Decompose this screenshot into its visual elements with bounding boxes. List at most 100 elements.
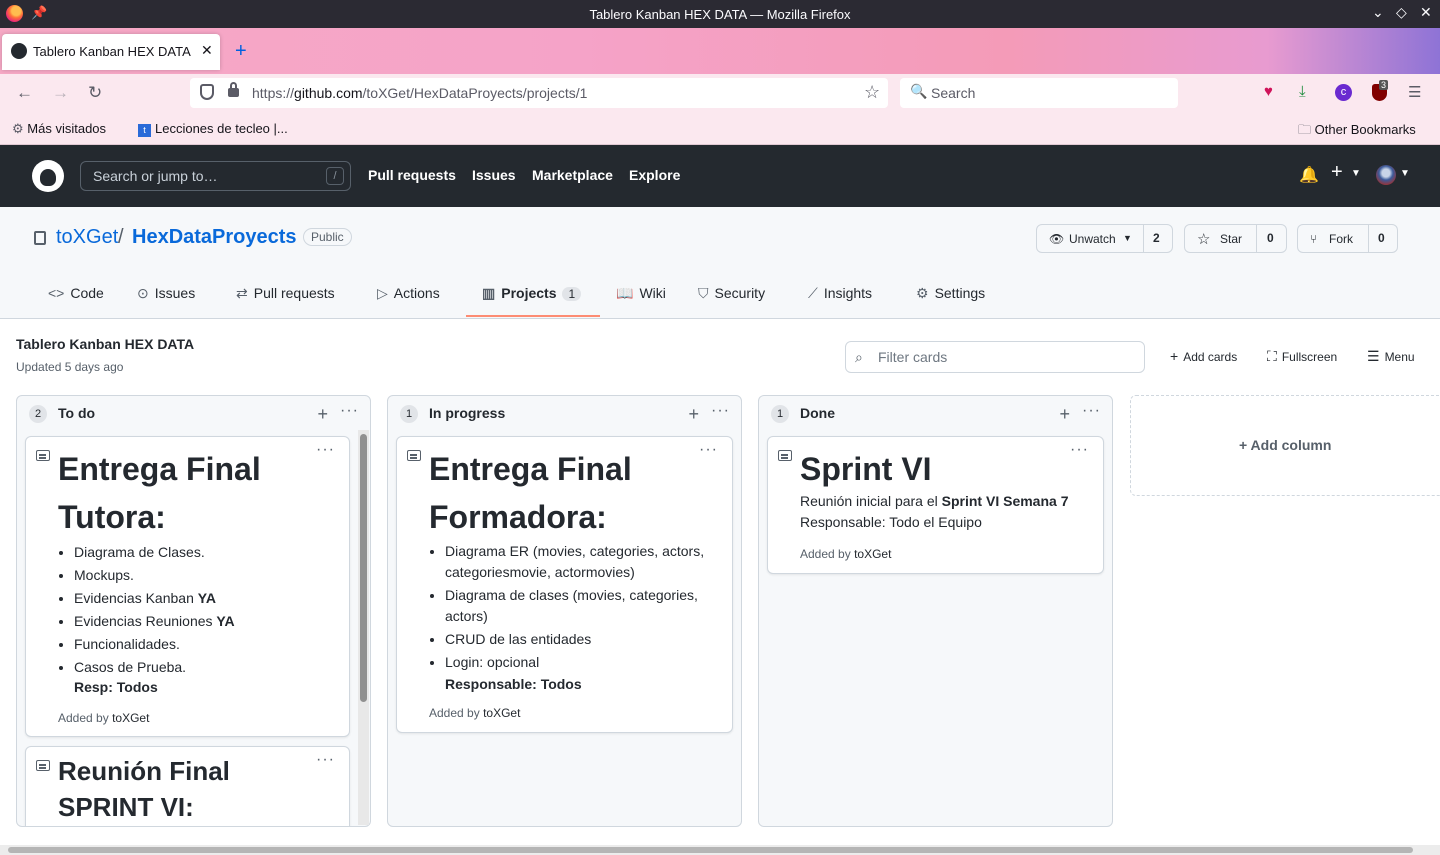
chevron-down-icon[interactable]: ▼ (1351, 168, 1361, 179)
notifications-bell-icon[interactable]: 🔔 (1299, 165, 1319, 185)
horizontal-scrollbar[interactable] (0, 845, 1440, 855)
star-count[interactable]: 0 (1267, 231, 1274, 245)
tracking-shield-icon[interactable] (200, 84, 214, 100)
add-card-icon[interactable]: + (317, 404, 328, 425)
card-menu-icon[interactable]: ··· (316, 751, 335, 769)
repo-icon (34, 231, 46, 245)
tab-actions[interactable]: ▷ Actions (377, 285, 440, 302)
nav-issues[interactable]: Issues (472, 167, 516, 183)
tab-security[interactable]: ⛉ Security (698, 285, 765, 302)
plus-icon: + (1239, 437, 1251, 453)
card-entrega-formadora[interactable]: ··· Entrega Final Formadora: Diagrama ER… (396, 436, 733, 733)
add-cards-button[interactable]: + Add cards (1170, 348, 1237, 364)
add-card-icon[interactable]: + (1059, 404, 1070, 425)
pull-request-icon: ⇄ (236, 285, 248, 301)
nav-marketplace[interactable]: Marketplace (532, 167, 613, 183)
github-search-input[interactable]: Search or jump to… / (80, 161, 351, 191)
maximize-icon[interactable]: ◇ (1396, 4, 1407, 21)
note-icon (407, 450, 421, 461)
watch-button[interactable]: 👁 Unwatch ▼ 2 (1036, 224, 1173, 253)
github-favicon-icon (11, 43, 27, 59)
bookmark-other[interactable]: 🗀 Other Bookmarks (1298, 121, 1416, 143)
fork-button[interactable]: ⑂ Fork 0 (1297, 224, 1398, 253)
bookmark-star-icon[interactable]: ☆ (864, 82, 880, 103)
author-link[interactable]: toXGet (854, 547, 891, 561)
button-separator (1368, 225, 1369, 252)
button-separator (1143, 225, 1144, 252)
url-text[interactable]: https://github.com/toXGet/HexDataProyect… (252, 85, 587, 101)
issue-icon: ⊙ (137, 285, 149, 301)
bookmark-most-visited[interactable]: ⚙ Más visitados (12, 121, 106, 137)
window-titlebar: 📌 Tablero Kanban HEX DATA — Mozilla Fire… (0, 0, 1440, 28)
fork-label: Fork (1329, 232, 1353, 246)
tab-issues[interactable]: ⊙ Issues (137, 285, 195, 302)
fullscreen-button[interactable]: ⛶ Fullscreen (1267, 348, 1337, 365)
filter-cards-input[interactable]: ⌕ Filter cards (845, 341, 1145, 373)
browser-tab[interactable]: Tablero Kanban HEX DATA ✕ (2, 34, 220, 70)
bookmark-lecciones[interactable]: t Lecciones de tecleo |... (138, 121, 288, 137)
url-bar[interactable]: https://github.com/toXGet/HexDataProyect… (190, 78, 888, 108)
close-window-icon[interactable]: ✕ (1420, 4, 1432, 21)
account-avatar-icon[interactable]: c (1335, 84, 1352, 101)
minimize-icon[interactable]: ⌄ (1372, 4, 1384, 21)
add-card-icon[interactable]: + (688, 404, 699, 425)
create-new-icon[interactable]: + (1331, 161, 1343, 184)
list-item: Login: opcional (445, 652, 715, 673)
card-menu-icon[interactable]: ··· (699, 441, 718, 459)
search-shortcut-key: / (326, 167, 344, 185)
star-button[interactable]: ☆ Star 0 (1184, 224, 1287, 253)
close-tab-icon[interactable]: ✕ (201, 42, 213, 59)
browser-search-input[interactable]: 🔍 Search (900, 78, 1178, 108)
bookmarks-toolbar: ⚙ Más visitados t Lecciones de tecleo |..… (0, 112, 1440, 145)
code-icon: <> (48, 285, 65, 301)
github-logo-icon[interactable] (32, 160, 64, 192)
author-link[interactable]: toXGet (112, 711, 149, 725)
chevron-down-icon: ▼ (1123, 233, 1132, 243)
github-header: Search or jump to… / Pull requests Issue… (0, 145, 1440, 207)
star-label: Star (1220, 232, 1243, 246)
horizontal-scrollbar-thumb[interactable] (8, 847, 1413, 853)
repo-name-link[interactable]: HexDataProyects (132, 226, 297, 249)
card-title: Entrega Final Tutora: (58, 451, 261, 535)
column-menu-icon[interactable]: ··· (340, 402, 359, 420)
tab-pull-requests[interactable]: ⇄ Pull requests (236, 285, 335, 302)
column-scrollbar-thumb[interactable] (360, 434, 367, 702)
tab-wiki[interactable]: 📖 Wiki (616, 285, 666, 302)
tab-projects[interactable]: ▥ Projects 1 (482, 285, 582, 302)
projects-counter: 1 (562, 287, 582, 301)
note-icon (36, 450, 50, 461)
add-column-button[interactable]: + Add column (1130, 395, 1440, 496)
reload-icon[interactable]: ↻ (88, 83, 102, 103)
new-tab-icon[interactable]: + (235, 40, 247, 63)
add-column-label: + Add column (1239, 437, 1332, 453)
card-entrega-tutora[interactable]: ··· Entrega Final Tutora: Diagrama de Cl… (25, 436, 350, 737)
downloads-icon[interactable]: ⤓ (1299, 83, 1306, 100)
fork-count[interactable]: 0 (1378, 231, 1385, 245)
tab-code[interactable]: <> Code (48, 285, 104, 301)
card-checklist: Diagrama ER (movies, categories, actors,… (445, 541, 715, 673)
nav-explore[interactable]: Explore (629, 167, 680, 183)
visibility-badge: Public (303, 228, 352, 246)
watch-count[interactable]: 2 (1153, 231, 1160, 245)
column-menu-icon[interactable]: ··· (1082, 402, 1101, 420)
tab-settings[interactable]: ⚙ Settings (916, 285, 985, 302)
card-reunion-final[interactable]: ··· Reunión Final SPRINT VI: (25, 746, 350, 826)
card-sprint-vi[interactable]: ··· Sprint VI Reunión inicial para el Sp… (767, 436, 1104, 574)
user-avatar[interactable] (1376, 165, 1396, 185)
hamburger-menu-icon[interactable]: ☰ (1408, 83, 1421, 101)
card-menu-icon[interactable]: ··· (1070, 441, 1089, 459)
back-icon[interactable]: ← (16, 83, 33, 103)
chevron-down-icon[interactable]: ▼ (1400, 168, 1410, 179)
column-menu-icon[interactable]: ··· (711, 402, 730, 420)
lock-icon[interactable] (228, 82, 239, 97)
tab-insights[interactable]: ⟋ Insights (808, 285, 872, 302)
column-count: 1 (400, 405, 418, 423)
repo-owner-link[interactable]: toXGet (56, 226, 118, 249)
menu-button[interactable]: ☰ Menu (1367, 348, 1415, 365)
forward-icon[interactable]: → (52, 83, 69, 103)
browser-search-placeholder: Search (931, 85, 976, 101)
author-link[interactable]: toXGet (483, 706, 520, 720)
nav-pull-requests[interactable]: Pull requests (368, 167, 456, 183)
filter-placeholder: Filter cards (878, 349, 948, 365)
pocket-icon[interactable]: ♥ (1264, 83, 1273, 100)
